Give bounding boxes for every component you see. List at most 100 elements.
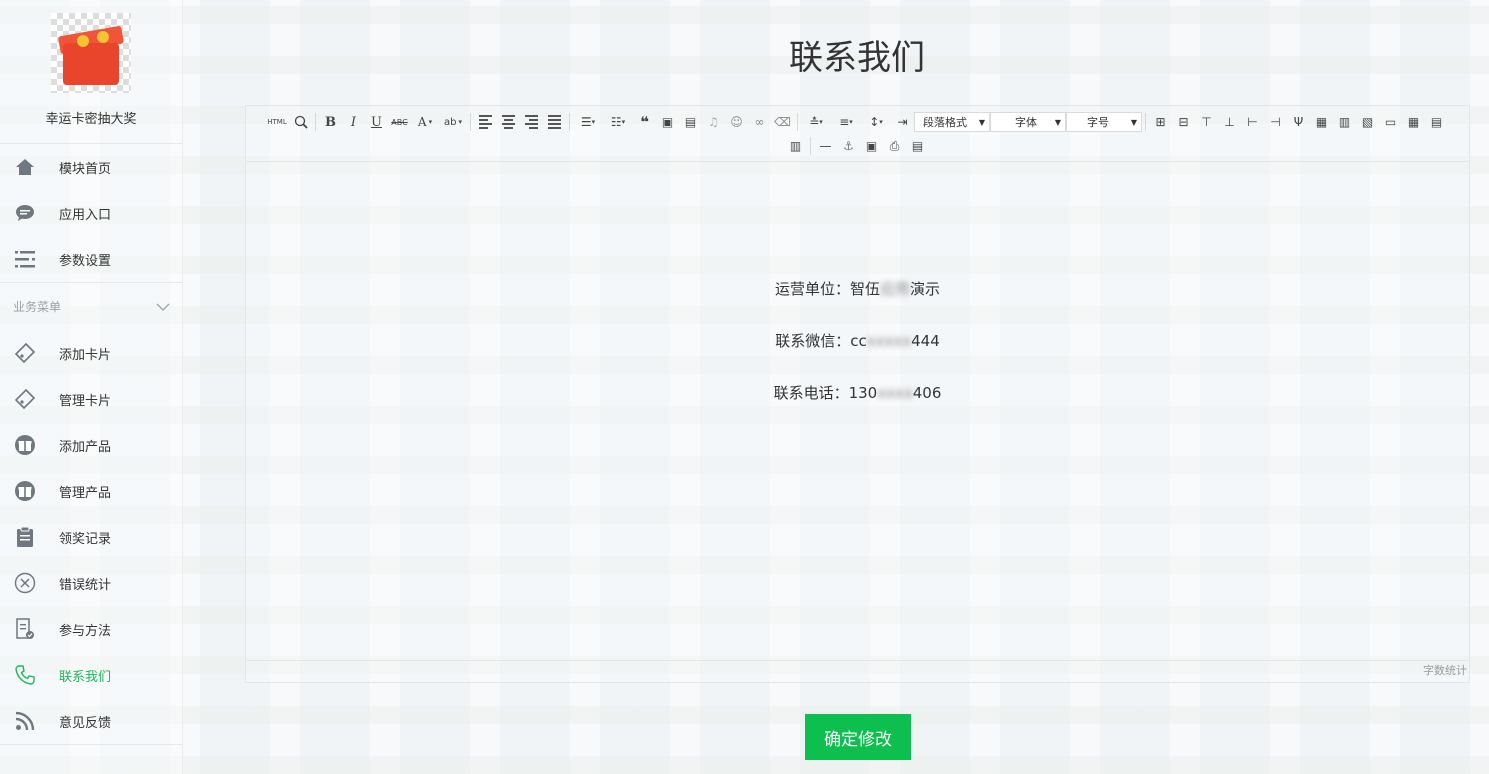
merge-down-icon[interactable]: ▧ bbox=[1356, 110, 1379, 134]
fullscreen-icon[interactable]: ▭ bbox=[1379, 110, 1402, 134]
video-icon[interactable]: ▤ bbox=[679, 110, 702, 134]
sidebar-item-label: 参与方法 bbox=[59, 623, 112, 639]
font-size-value: 字号 bbox=[1087, 116, 1109, 129]
sidebar-item-app-entry[interactable]: 应用入口 bbox=[0, 190, 182, 236]
html-source-button[interactable]: HTML bbox=[265, 110, 289, 134]
chevron-down-icon bbox=[156, 300, 170, 314]
document-check-icon bbox=[14, 618, 36, 640]
content-line-operator: 运营单位：智伍应用演示 bbox=[246, 278, 1469, 299]
home-icon bbox=[14, 156, 36, 178]
sidebar-item-label: 意见反馈 bbox=[59, 715, 112, 731]
sidebar-item-settings[interactable]: 参数设置 bbox=[0, 236, 182, 282]
eraser-icon[interactable]: ⌫ bbox=[771, 110, 794, 134]
treasure-box-logo bbox=[51, 13, 131, 93]
underline-button[interactable]: U bbox=[365, 110, 388, 134]
split-cell-icon[interactable]: Ψ bbox=[1287, 110, 1310, 134]
bold-button[interactable]: B bbox=[319, 110, 342, 134]
chat-bubble-icon bbox=[14, 202, 36, 224]
unordered-list-icon[interactable]: ☷ ▾ bbox=[603, 110, 633, 134]
paste-plain-icon[interactable]: ▤ bbox=[906, 134, 929, 158]
table-props-icon[interactable]: ⊟ bbox=[1172, 110, 1195, 134]
horizontal-rule-icon[interactable]: — bbox=[814, 134, 837, 158]
indent-icon[interactable]: ⇥ bbox=[891, 110, 914, 134]
wechat-blurred: xxxxx bbox=[866, 332, 912, 350]
insert-col-icon[interactable]: ⊢ bbox=[1241, 110, 1264, 134]
phone-blurred: xxxx bbox=[877, 384, 913, 402]
sidebar-item-manage-product[interactable]: 管理产品 bbox=[0, 468, 182, 514]
delete-table-icon[interactable]: ▥ bbox=[784, 134, 807, 158]
vertical-align-icon[interactable]: ≡ ▾ bbox=[831, 110, 861, 134]
confirm-save-button[interactable]: 确定修改 bbox=[805, 714, 911, 760]
sidebar-item-label: 模块首页 bbox=[59, 161, 112, 177]
paragraph-format-select[interactable]: 段落格式 ▼ bbox=[914, 112, 990, 132]
rss-icon bbox=[14, 710, 36, 732]
sidebar-item-module-home[interactable]: 模块首页 bbox=[0, 144, 182, 190]
align-right-icon[interactable] bbox=[520, 110, 543, 134]
content-line-wechat: 联系微信：ccxxxxx444 bbox=[246, 330, 1469, 351]
phone-label: 联系电话：130 bbox=[773, 384, 878, 402]
line-height-icon[interactable]: ↕ ▾ bbox=[861, 110, 891, 134]
ordered-list-icon[interactable]: ☰ ▾ bbox=[573, 110, 603, 134]
page-title: 联系我们 bbox=[789, 38, 925, 78]
sidebar-item-label: 联系我们 bbox=[59, 669, 112, 685]
sidebar-item-feedback[interactable]: 意见反馈 bbox=[0, 698, 182, 744]
sidebar-divider bbox=[0, 744, 182, 745]
sidebar: 幸运卡密抽大奖 模块首页 应用入口 参数设置 业务菜单 添加卡片 管理卡片 添加… bbox=[0, 0, 183, 774]
sidebar-item-error-stats[interactable]: 错误统计 bbox=[0, 560, 182, 606]
sidebar-item-label: 领奖记录 bbox=[59, 531, 112, 547]
wechat-label: 联系微信：cc bbox=[775, 332, 867, 350]
italic-button[interactable]: I bbox=[342, 110, 365, 134]
tag-icon bbox=[14, 342, 36, 364]
operator-label: 运营单位：智伍 bbox=[774, 280, 880, 298]
insert-caption-icon[interactable]: ⊤ bbox=[1195, 110, 1218, 134]
preview-icon[interactable] bbox=[289, 110, 312, 134]
insert-table-icon[interactable]: ⊞ bbox=[1149, 110, 1172, 134]
anchor-icon[interactable]: ⚓ bbox=[837, 134, 860, 158]
emoji-icon[interactable]: ☺ bbox=[725, 110, 748, 134]
content-line-phone: 联系电话：130xxxx406 bbox=[246, 382, 1469, 403]
align-left-icon[interactable] bbox=[474, 110, 497, 134]
editor-footer: 字数统计 bbox=[246, 660, 1469, 682]
link-icon[interactable]: ∞ bbox=[748, 110, 771, 134]
merge-cells-icon[interactable]: ▦ bbox=[1310, 110, 1333, 134]
wechat-suffix: 444 bbox=[911, 332, 940, 350]
strikethrough-button[interactable]: ABC bbox=[388, 110, 411, 134]
section-business-menu[interactable]: 业务菜单 bbox=[0, 282, 182, 330]
align-center-icon[interactable] bbox=[497, 110, 520, 134]
merge-right-icon[interactable]: ▥ bbox=[1333, 110, 1356, 134]
editor-content-area[interactable]: 运营单位：智伍应用演示 联系微信：ccxxxxx444 联系电话：130xxxx… bbox=[246, 162, 1469, 662]
gift-icon bbox=[14, 480, 36, 502]
phone-suffix: 406 bbox=[912, 384, 942, 402]
insert-row-icon[interactable]: ⊥ bbox=[1218, 110, 1241, 134]
split-rows-icon[interactable]: ▦ bbox=[1402, 110, 1425, 134]
align-justify-icon[interactable] bbox=[543, 110, 566, 134]
sidebar-item-prize-records[interactable]: 领奖记录 bbox=[0, 514, 182, 560]
blockquote-icon[interactable]: ❝ bbox=[633, 110, 656, 134]
template-icon[interactable]: ▣ bbox=[860, 134, 883, 158]
font-size-select[interactable]: 字号 ▼ bbox=[1066, 112, 1142, 132]
operator-suffix: 演示 bbox=[910, 280, 941, 298]
tag-icon bbox=[14, 388, 36, 410]
sidebar-item-add-product[interactable]: 添加产品 bbox=[0, 422, 182, 468]
text-indent-icon[interactable]: ≛ ▾ bbox=[801, 110, 831, 134]
delete-col-icon[interactable]: ⊣ bbox=[1264, 110, 1287, 134]
sidebar-item-manage-card[interactable]: 管理卡片 bbox=[0, 376, 182, 422]
rich-text-editor: HTML B I U ABC A ▾ ab ▾ ☰ ▾ ☷ ▾ ❝ ▣ ▤ ♫ ☺ ∞ … bbox=[245, 105, 1470, 683]
image-icon[interactable]: ▣ bbox=[656, 110, 679, 134]
sidebar-item-how-to-join[interactable]: 参与方法 bbox=[0, 606, 182, 652]
sidebar-item-add-card[interactable]: 添加卡片 bbox=[0, 330, 182, 376]
close-circle-icon bbox=[14, 572, 36, 594]
music-icon[interactable]: ♫ bbox=[702, 110, 725, 134]
sidebar-item-contact-us[interactable]: 联系我们 bbox=[0, 652, 182, 698]
sidebar-item-label: 应用入口 bbox=[59, 207, 112, 223]
font-color-button[interactable]: A ▾ bbox=[411, 110, 439, 134]
app-name: 幸运卡密抽大奖 bbox=[45, 112, 137, 127]
editor-toolbar: HTML B I U ABC A ▾ ab ▾ ☰ ▾ ☷ ▾ ❝ ▣ ▤ ♫ ☺ ∞ … bbox=[246, 106, 1469, 162]
font-family-value: 字体 bbox=[1015, 116, 1037, 129]
sidebar-item-label: 管理产品 bbox=[59, 485, 112, 501]
sidebar-item-label: 参数设置 bbox=[59, 253, 112, 269]
print-icon[interactable]: ⎙ bbox=[883, 134, 906, 158]
font-family-select[interactable]: 字体 ▼ bbox=[990, 112, 1066, 132]
split-cols-icon[interactable]: ▤ bbox=[1425, 110, 1448, 134]
highlight-button[interactable]: ab ▾ bbox=[439, 110, 467, 134]
